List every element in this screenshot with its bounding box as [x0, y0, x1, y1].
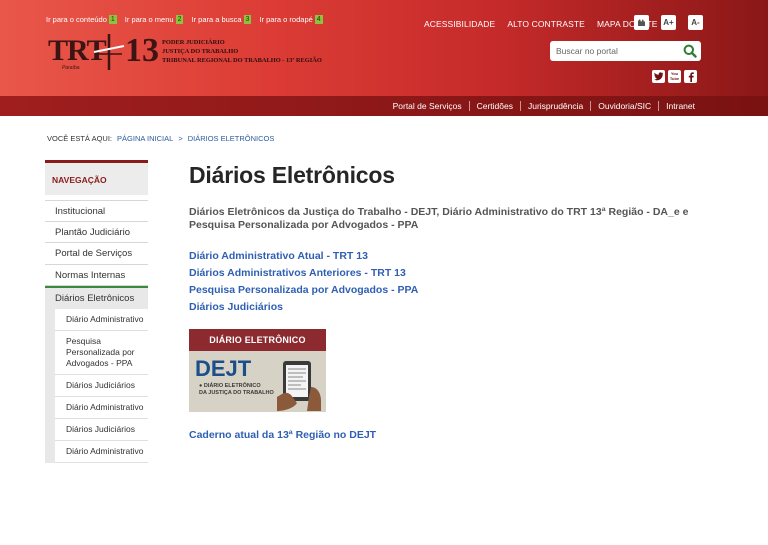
logo-subtitle: Paraíba [62, 65, 80, 71]
sidebar-subitem[interactable]: Pesquisa Personalizada por Advogados - P… [55, 331, 148, 375]
breadcrumb-home-link[interactable]: PÁGINA INICIAL [117, 134, 173, 143]
skip-to-footer-link[interactable]: Ir para o rodapé 4 [259, 15, 323, 24]
nav-jurisprudencia[interactable]: Jurisprudência [519, 101, 590, 111]
sidebar-submenu: Diário Administrativo Pesquisa Personali… [45, 309, 148, 463]
trt13-logo[interactable]: TRT 13 Paraíba PODER JUDICIÁRIO JUSTIÇA … [48, 32, 322, 76]
link-diarios-judiciarios[interactable]: Diários Judiciários [189, 299, 709, 316]
link-diarios-anteriores[interactable]: Diários Administrativos Anteriores - TRT… [189, 265, 709, 282]
scales-icon [93, 34, 125, 70]
site-header: Ir para o conteúdo 1 Ir para o menu 2 Ir p… [0, 0, 768, 96]
nav-ouvidoria[interactable]: Ouvidoria/SIC [590, 101, 658, 111]
services-nav: Portal de Serviços Certidões Jurisprudên… [0, 96, 768, 116]
page-description: Diários Eletrônicos da Justiça do Trabal… [189, 206, 689, 231]
link-ppa[interactable]: Pesquisa Personalizada por Advogados - P… [189, 282, 709, 299]
logo-number: 13 [125, 32, 159, 69]
nav-intranet[interactable]: Intranet [658, 101, 702, 111]
facebook-icon[interactable] [684, 70, 697, 83]
dejt-banner[interactable]: DIÁRIO ELETRÔNICO DEJT ● DIÁRIO ELETRÔNI… [189, 329, 326, 412]
sign-language-icon[interactable] [634, 15, 649, 30]
sidebar-heading: NAVEGAÇÃO [45, 160, 148, 195]
sidebar-item-portal-servicos[interactable]: Portal de Serviços [45, 243, 148, 265]
sidebar-item-plantao[interactable]: Plantão Judiciário [45, 221, 148, 243]
breadcrumb-separator: > [178, 134, 183, 143]
youtube-icon[interactable]: You Tube [668, 70, 681, 83]
top-icons: A+ A- [634, 15, 703, 30]
page-title: Diários Eletrônicos [189, 162, 395, 188]
nav-certidoes[interactable]: Certidões [468, 101, 520, 111]
breadcrumb: VOCÊ ESTÁ AQUI: PÁGINA INICIAL > DIÁRIOS… [47, 134, 274, 143]
top-links: ACESSIBILIDADE ALTO CONTRASTE MAPA DO SI… [424, 19, 658, 29]
main-content: Diários Eletrônicos Diários Eletrônicos … [189, 162, 709, 441]
skip-to-search-link[interactable]: Ir para a busca 3 [191, 15, 252, 24]
social-links: You Tube [652, 70, 697, 83]
skip-to-content-link[interactable]: Ir para o conteúdo 1 [46, 15, 117, 24]
search-icon[interactable] [683, 44, 697, 58]
link-diario-atual[interactable]: Diário Administrativo Atual - TRT 13 [189, 248, 709, 265]
sidebar-subitem[interactable]: Diário Administrativo [55, 441, 148, 463]
banner-subtitle: ● DIÁRIO ELETRÔNICO [199, 383, 261, 389]
dejt-logo: DEJT [195, 356, 252, 381]
search-box [550, 41, 701, 61]
sidebar-subitem[interactable]: Diário Administrativo [55, 309, 148, 331]
nav-portal-servicos[interactable]: Portal de Serviços [386, 101, 469, 111]
sidebar-item-institucional[interactable]: Institucional [45, 200, 148, 222]
sidebar-navigation: NAVEGAÇÃO Institucional Plantão Judiciár… [45, 160, 148, 545]
logo-institution-text: PODER JUDICIÁRIO JUSTIÇA DO TRABALHO TRI… [162, 39, 322, 64]
skip-to-menu-link[interactable]: Ir para o menu 2 [125, 15, 184, 24]
search-input[interactable] [550, 41, 680, 61]
tablet-hand-icon [277, 361, 321, 411]
accessibility-link[interactable]: ACESSIBILIDADE [424, 19, 495, 29]
increase-font-button[interactable]: A+ [661, 15, 676, 30]
high-contrast-link[interactable]: ALTO CONTRASTE [507, 19, 585, 29]
diary-links: Diário Administrativo Atual - TRT 13 Diá… [189, 248, 709, 316]
skip-links: Ir para o conteúdo 1 Ir para o menu 2 Ir p… [46, 15, 323, 24]
banner-subtitle-2: DA JUSTIÇA DO TRABALHO [199, 390, 274, 396]
decrease-font-button[interactable]: A- [688, 15, 703, 30]
sidebar-item-normas[interactable]: Normas Internas [45, 264, 148, 286]
breadcrumb-current[interactable]: DIÁRIOS ELETRÔNICOS [188, 134, 275, 143]
breadcrumb-label: VOCÊ ESTÁ AQUI: [47, 134, 113, 143]
sidebar-subitem[interactable]: Diários Judiciários [55, 375, 148, 397]
banner-title: DIÁRIO ELETRÔNICO [209, 335, 306, 345]
sidebar-subitem[interactable]: Diários Judiciários [55, 419, 148, 441]
sidebar-item-diarios-active[interactable]: Diários Eletrônicos [45, 286, 148, 309]
link-caderno-dejt[interactable]: Caderno atual da 13ª Região no DEJT [189, 429, 376, 441]
sidebar-subitem[interactable]: Diário Administrativo [55, 397, 148, 419]
twitter-icon[interactable] [652, 70, 665, 83]
